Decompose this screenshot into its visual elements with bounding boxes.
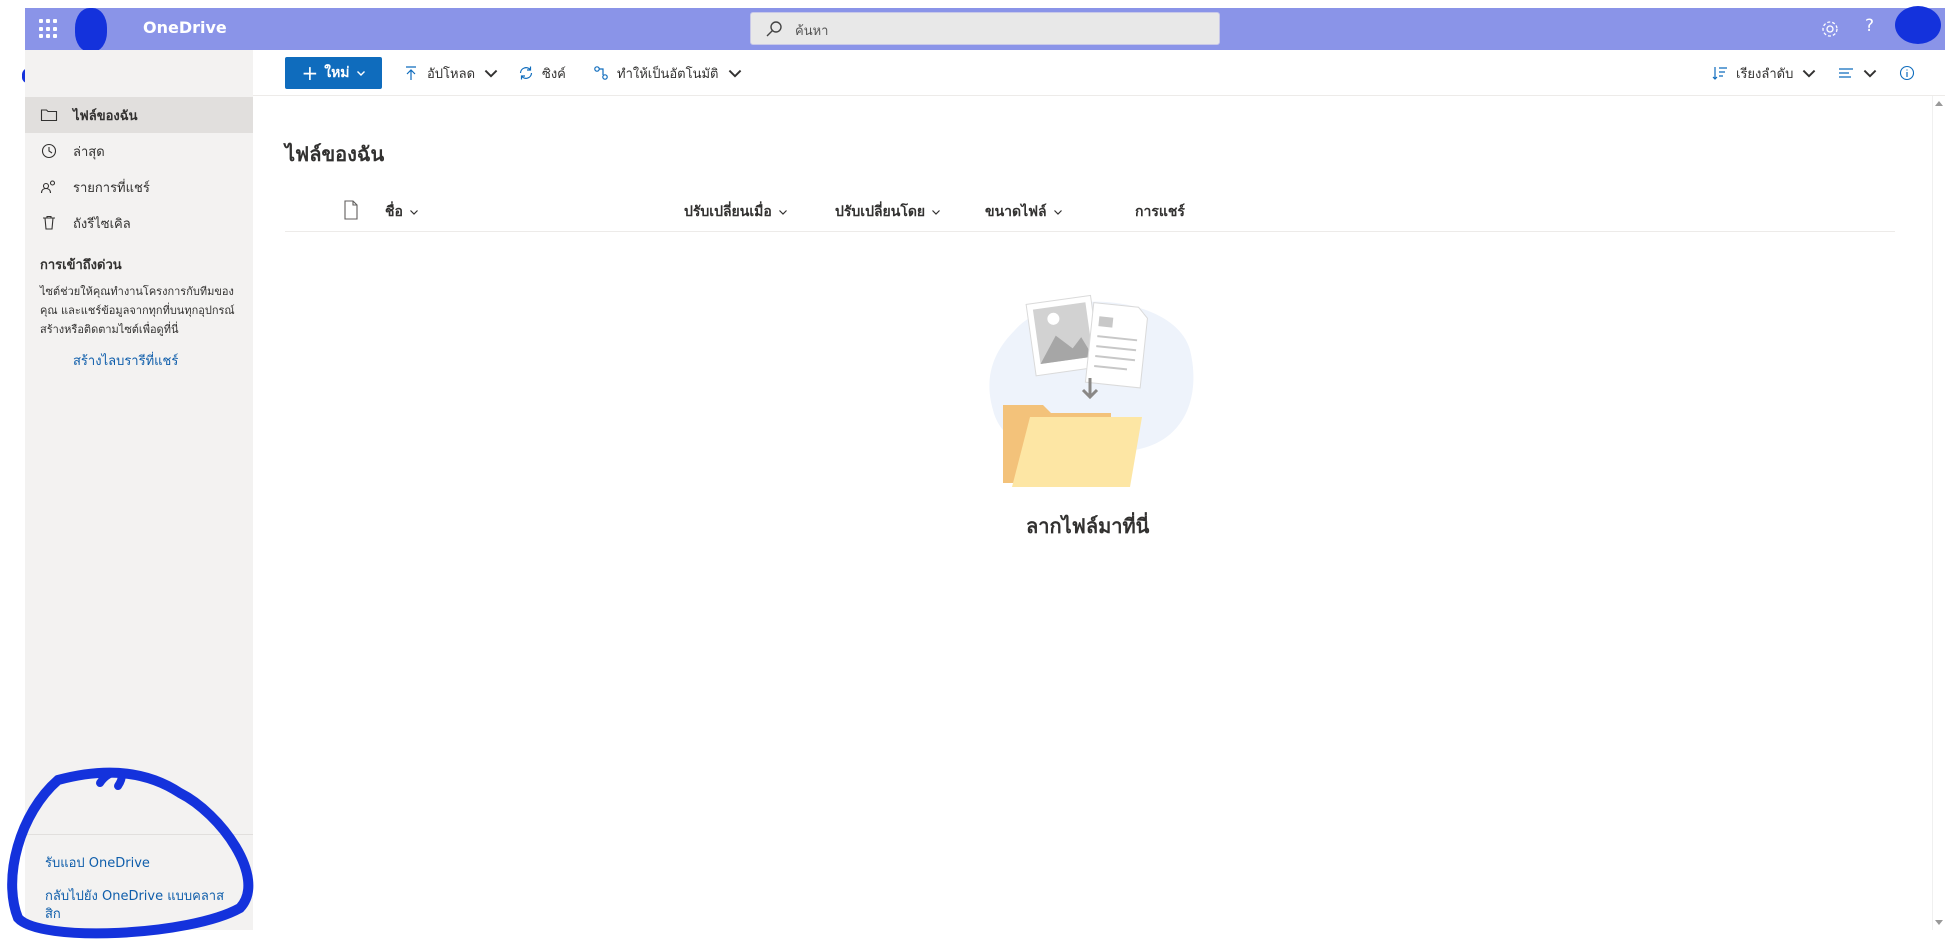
column-header-modified[interactable]: ปรับเปลี่ยนเมื่อ xyxy=(684,201,788,223)
upload-label: อัปโหลด xyxy=(427,66,476,82)
sync-label: ซิงค์ xyxy=(542,66,566,82)
column-header-label: การแชร์ xyxy=(1135,204,1185,220)
file-type-icon[interactable] xyxy=(343,200,359,220)
shared-people-icon xyxy=(40,180,56,194)
app-title[interactable]: OneDrive xyxy=(143,18,227,37)
search-icon xyxy=(766,21,782,37)
scroll-up-arrow-icon[interactable] xyxy=(1935,100,1943,106)
chevron-down-icon xyxy=(1863,69,1877,78)
automate-flow-icon xyxy=(594,66,608,80)
chevron-down-icon xyxy=(778,210,787,215)
info-icon xyxy=(1899,65,1915,81)
column-header-sharing[interactable]: การแชร์ xyxy=(1135,201,1185,223)
plus-icon: + xyxy=(301,61,319,85)
sidebar-item-label: รายการที่แชร์ xyxy=(73,180,150,196)
automate-button[interactable]: ทำให้เป็นอัตโนมัติ xyxy=(593,50,743,96)
redaction-circle-scribble xyxy=(7,767,254,939)
chevron-down-icon xyxy=(932,210,941,215)
sidebar-item-label: ถังรีไซเคิล xyxy=(73,216,131,232)
redaction-avatar-scribble xyxy=(1895,6,1941,44)
chevron-down-icon xyxy=(728,69,741,78)
sidebar-item-label: ล่าสุด xyxy=(73,144,105,160)
sidebar-item-shared[interactable]: รายการที่แชร์ xyxy=(25,169,253,205)
upload-icon xyxy=(406,66,416,80)
chevron-down-icon xyxy=(1053,210,1062,215)
sidebar-item-recycle-bin[interactable]: ถังรีไซเคิล xyxy=(25,205,253,241)
column-header-modified-by[interactable]: ปรับเปลี่ยนโดย xyxy=(835,201,941,223)
search-input[interactable]: ค้นหา xyxy=(795,20,828,41)
sync-button[interactable]: ซิงค์ xyxy=(518,50,566,96)
chevron-down-icon xyxy=(1803,69,1816,78)
chevron-down-icon xyxy=(409,210,418,215)
automate-label: ทำให้เป็นอัตโนมัติ xyxy=(617,66,719,82)
sidebar-item-recent[interactable]: ล่าสุด xyxy=(25,133,253,169)
command-bar: + ใหม่ อัปโหลด ซิงค์ ทำให้เป็นอัตโนมัติ … xyxy=(253,50,1945,96)
column-header-name[interactable]: ชื่อ xyxy=(385,201,419,223)
scroll-down-arrow-icon[interactable] xyxy=(1935,920,1943,926)
drag-files-here-caption: ลากไฟล์มาที่นี่ xyxy=(1026,514,1150,538)
top-bar: OneDrive ค้นหา ? xyxy=(25,8,1945,50)
sidebar-nav: ไฟล์ของฉัน ล่าสุด รายการที่แชร์ ถังรีไซเ… xyxy=(25,97,253,241)
sidebar-item-my-files[interactable]: ไฟล์ของฉัน xyxy=(25,97,253,133)
column-header-file-size[interactable]: ขนาดไฟล์ xyxy=(985,201,1063,223)
sidebar-item-label: ไฟล์ของฉัน xyxy=(73,108,138,124)
page-title: ไฟล์ของฉัน xyxy=(285,142,385,166)
vertical-scrollbar[interactable] xyxy=(1932,96,1945,930)
view-options-button[interactable] xyxy=(1838,50,1878,96)
chevron-down-icon xyxy=(484,69,498,78)
column-header-label: ชื่อ xyxy=(385,204,403,220)
app-launcher-icon[interactable] xyxy=(39,19,59,39)
search-box[interactable]: ค้นหา xyxy=(750,12,1220,45)
gear-icon[interactable] xyxy=(1820,19,1840,39)
help-icon[interactable]: ? xyxy=(1865,16,1874,36)
file-list-header: ชื่อ ปรับเปลี่ยนเมื่อ ปรับเปลี่ยนโดย ขนา… xyxy=(285,190,1895,232)
recycle-bin-icon xyxy=(43,215,55,230)
sort-button[interactable]: เรียงลำดับ xyxy=(1712,50,1817,96)
quick-access-description: ไซต์ช่วยให้คุณทำงานโครงการกับทีมของคุณ แ… xyxy=(40,285,235,336)
upload-button[interactable]: อัปโหลด xyxy=(403,50,499,96)
quick-access-title: การเข้าถึงด่วน xyxy=(40,258,122,273)
column-header-label: ขนาดไฟล์ xyxy=(985,204,1047,220)
history-icon xyxy=(41,143,57,159)
info-button[interactable] xyxy=(1899,50,1915,96)
empty-folder-illustration xyxy=(989,294,1194,487)
column-header-label: ปรับเปลี่ยนเมื่อ xyxy=(684,204,772,220)
new-button-label: ใหม่ xyxy=(324,65,350,81)
view-list-icon xyxy=(1839,68,1853,78)
sort-icon xyxy=(1712,67,1727,80)
folder-icon xyxy=(40,109,58,122)
create-shared-library-link[interactable]: สร้างไลบรารีที่แชร์ xyxy=(73,350,178,371)
sort-label: เรียงลำดับ xyxy=(1736,66,1794,82)
redaction-logo-scribble xyxy=(75,8,107,52)
column-header-label: ปรับเปลี่ยนโดย xyxy=(835,204,926,220)
sync-icon xyxy=(519,66,533,80)
new-button[interactable]: + ใหม่ xyxy=(285,57,382,89)
chevron-down-icon xyxy=(356,71,365,76)
